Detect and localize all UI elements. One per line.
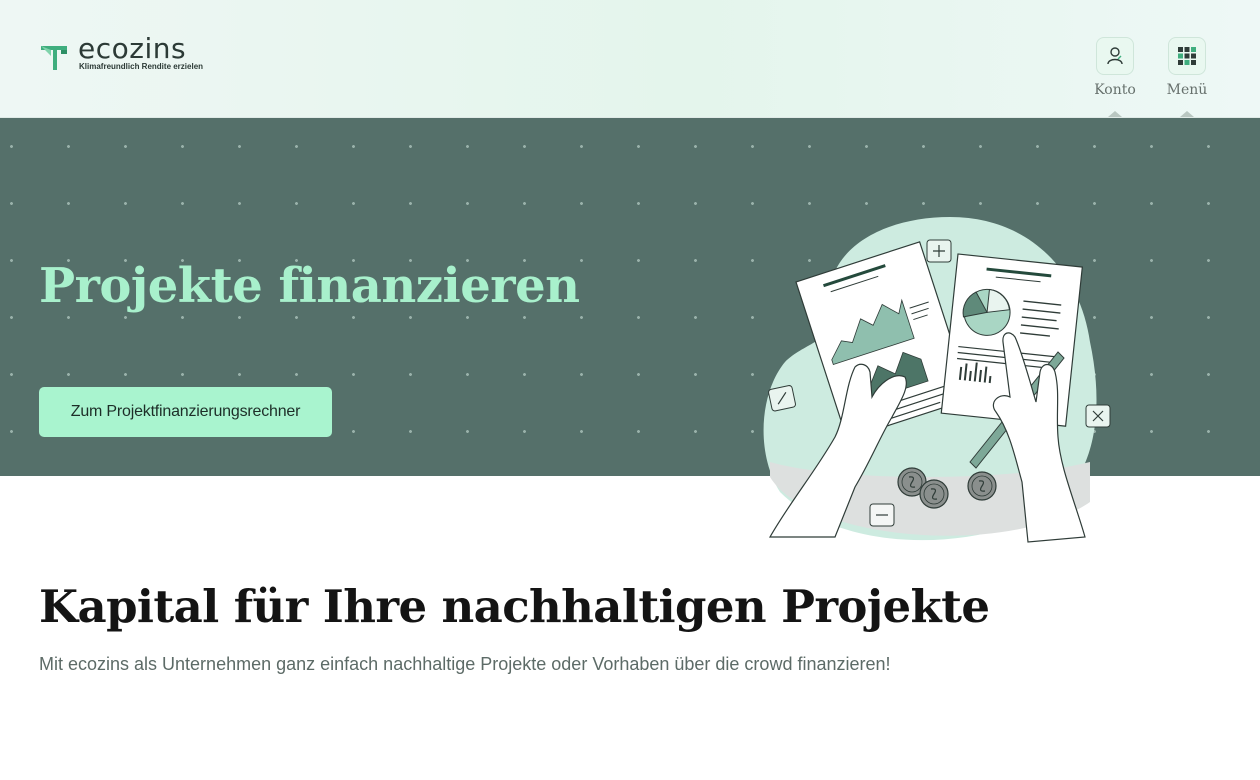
menu-caret: [1180, 111, 1194, 117]
hands-holding-financial-reports-illustration: [763, 217, 1111, 543]
plus-badge-icon: [926, 239, 952, 263]
site-header: ecozins Klimafreundlich Rendite erzielen…: [0, 0, 1260, 118]
account-caret: [1108, 111, 1122, 117]
main-heading: Kapital für Ihre nachhaltigen Projekte: [39, 580, 990, 633]
coin-icon-3: [967, 471, 997, 501]
logo-wordmark: ecozins: [78, 32, 187, 65]
grid-menu-icon: [1178, 47, 1196, 65]
hero-title: Projekte finanzieren: [39, 258, 580, 314]
account-label: Konto: [1094, 82, 1136, 98]
financing-calculator-button[interactable]: Zum Projektfinanzierungsrechner: [39, 387, 332, 437]
coin-icon-2: [919, 479, 949, 509]
logo-tagline: Klimafreundlich Rendite erzielen: [79, 62, 204, 71]
logo-mark-icon: [41, 46, 67, 70]
minus-badge-icon: [869, 503, 895, 527]
menu-button[interactable]: Menü: [1157, 37, 1217, 117]
menu-icon-box: [1168, 37, 1206, 75]
percent-badge-icon: [768, 385, 796, 412]
account-button[interactable]: Konto: [1085, 37, 1145, 117]
menu-label: Menü: [1166, 82, 1208, 98]
multiply-badge-icon: [1085, 404, 1111, 428]
user-icon: [1107, 47, 1123, 65]
main-subheading: Mit ecozins als Unternehmen ganz einfach…: [39, 654, 891, 674]
account-icon-box: [1096, 37, 1134, 75]
